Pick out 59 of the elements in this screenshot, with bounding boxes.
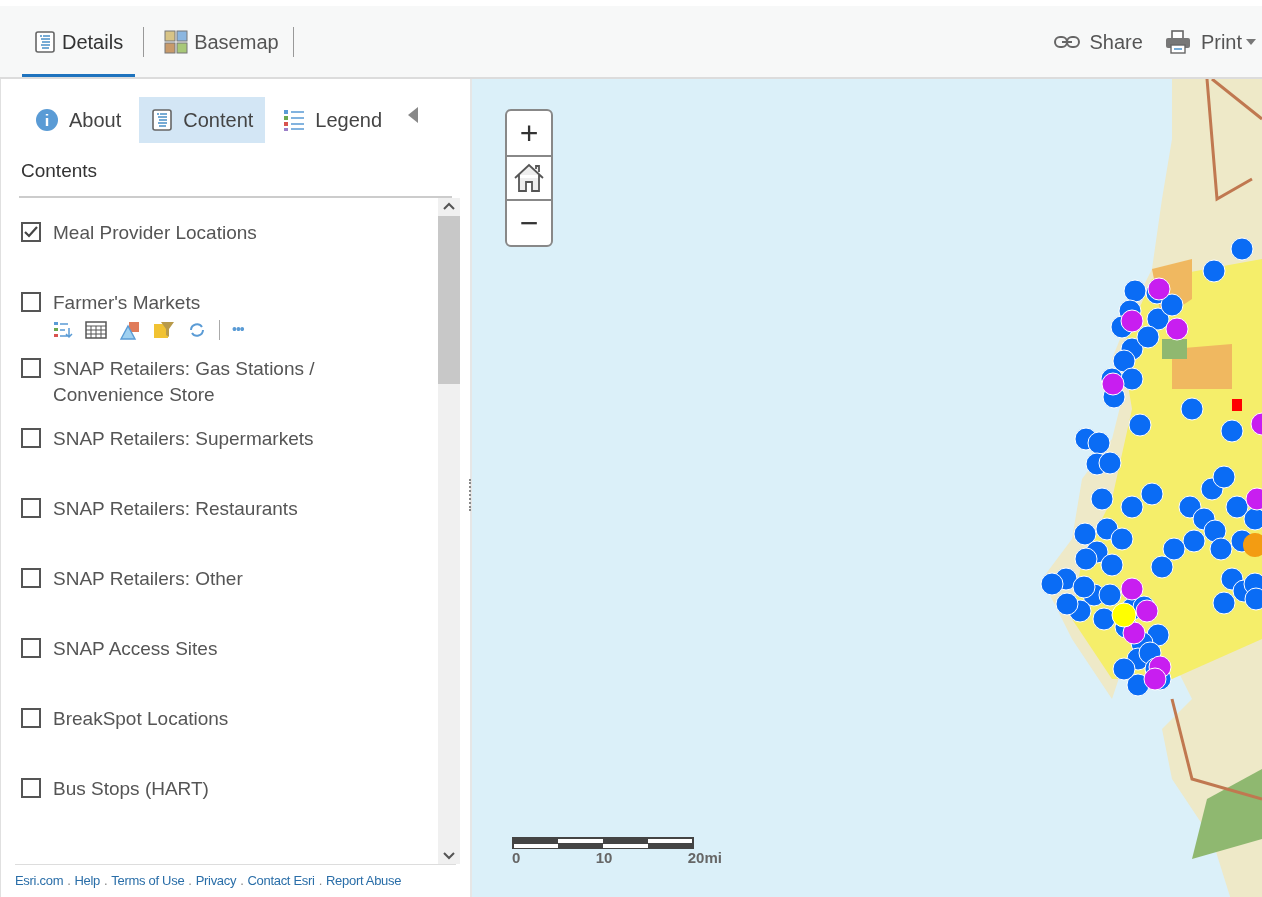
zoom-in-button[interactable]: + (507, 111, 551, 157)
print-button[interactable]: Print (1164, 26, 1256, 57)
separator: . (103, 872, 109, 891)
layer-label[interactable]: SNAP Retailers: Gas Stations / Convenience Store (53, 355, 353, 408)
layer-label[interactable]: SNAP Access Sites (53, 635, 218, 662)
footer-link[interactable]: Help (74, 871, 101, 891)
grid-tiles-icon (164, 29, 189, 54)
footer-link[interactable]: Privacy (195, 871, 237, 891)
separator: . (317, 872, 323, 891)
layer-label[interactable]: SNAP Retailers: Restaurants (53, 495, 298, 522)
scale-label: 20mi (687, 848, 722, 868)
separator: . (66, 872, 72, 891)
scrollbar[interactable] (438, 197, 460, 864)
scale-label: 10 (595, 848, 613, 868)
layer-label[interactable]: Meal Provider Locations (53, 219, 257, 246)
checkbox[interactable] (21, 497, 41, 518)
panel-tab[interactable]: Legend (271, 97, 395, 143)
checkbox[interactable] (21, 707, 41, 728)
checkbox[interactable] (21, 427, 41, 448)
footer-link[interactable]: Contact Esri (247, 871, 315, 891)
zoom-out-button[interactable]: − (507, 201, 551, 245)
shapes-icon[interactable] (119, 319, 141, 340)
home-icon (513, 163, 545, 193)
document-list-icon (151, 109, 174, 131)
scale-label: 0 (512, 848, 521, 868)
layer-label[interactable]: SNAP Retailers: Supermarkets (53, 425, 314, 452)
collapse-panel-icon[interactable] (408, 107, 419, 123)
filter-icon[interactable] (153, 319, 175, 340)
layer-label[interactable]: Farmer's Markets (53, 289, 244, 316)
footer-link[interactable]: Esri.com (15, 871, 64, 891)
layer-label[interactable]: SNAP Retailers: Other (53, 565, 243, 592)
link-icon (1053, 35, 1080, 48)
print-icon (1164, 29, 1191, 54)
separator: . (239, 872, 245, 891)
scrollbar-thumb[interactable] (438, 215, 460, 384)
layer-label[interactable]: Bus Stops (HART) (53, 775, 209, 802)
legend-icon (283, 109, 306, 131)
checkbox[interactable] (21, 777, 41, 798)
scroll-up-icon[interactable] (443, 201, 455, 210)
panel-tab[interactable]: Content (139, 97, 266, 143)
share-button[interactable]: Share (1053, 26, 1143, 57)
scroll-down-icon[interactable] (443, 852, 455, 860)
checkbox[interactable] (21, 357, 41, 378)
tab[interactable]: Basemap (152, 6, 291, 77)
checkbox[interactable] (21, 567, 41, 588)
document-list-icon (34, 30, 56, 53)
contents-heading: Contents (19, 157, 452, 198)
separator: . (187, 872, 193, 891)
layer-label[interactable]: BreakSpot Locations (53, 705, 229, 732)
legend-icon[interactable] (53, 319, 73, 340)
footer-link[interactable]: Terms of Use (111, 871, 185, 891)
tab[interactable]: Details (22, 6, 136, 77)
panel-tab[interactable]: About (23, 97, 134, 143)
checkbox[interactable] (21, 291, 41, 312)
info-icon (35, 108, 59, 132)
footer-link[interactable]: Report Abuse (326, 871, 402, 891)
checkbox[interactable] (21, 221, 41, 242)
table-icon[interactable] (85, 320, 107, 339)
checkbox[interactable] (21, 637, 41, 658)
